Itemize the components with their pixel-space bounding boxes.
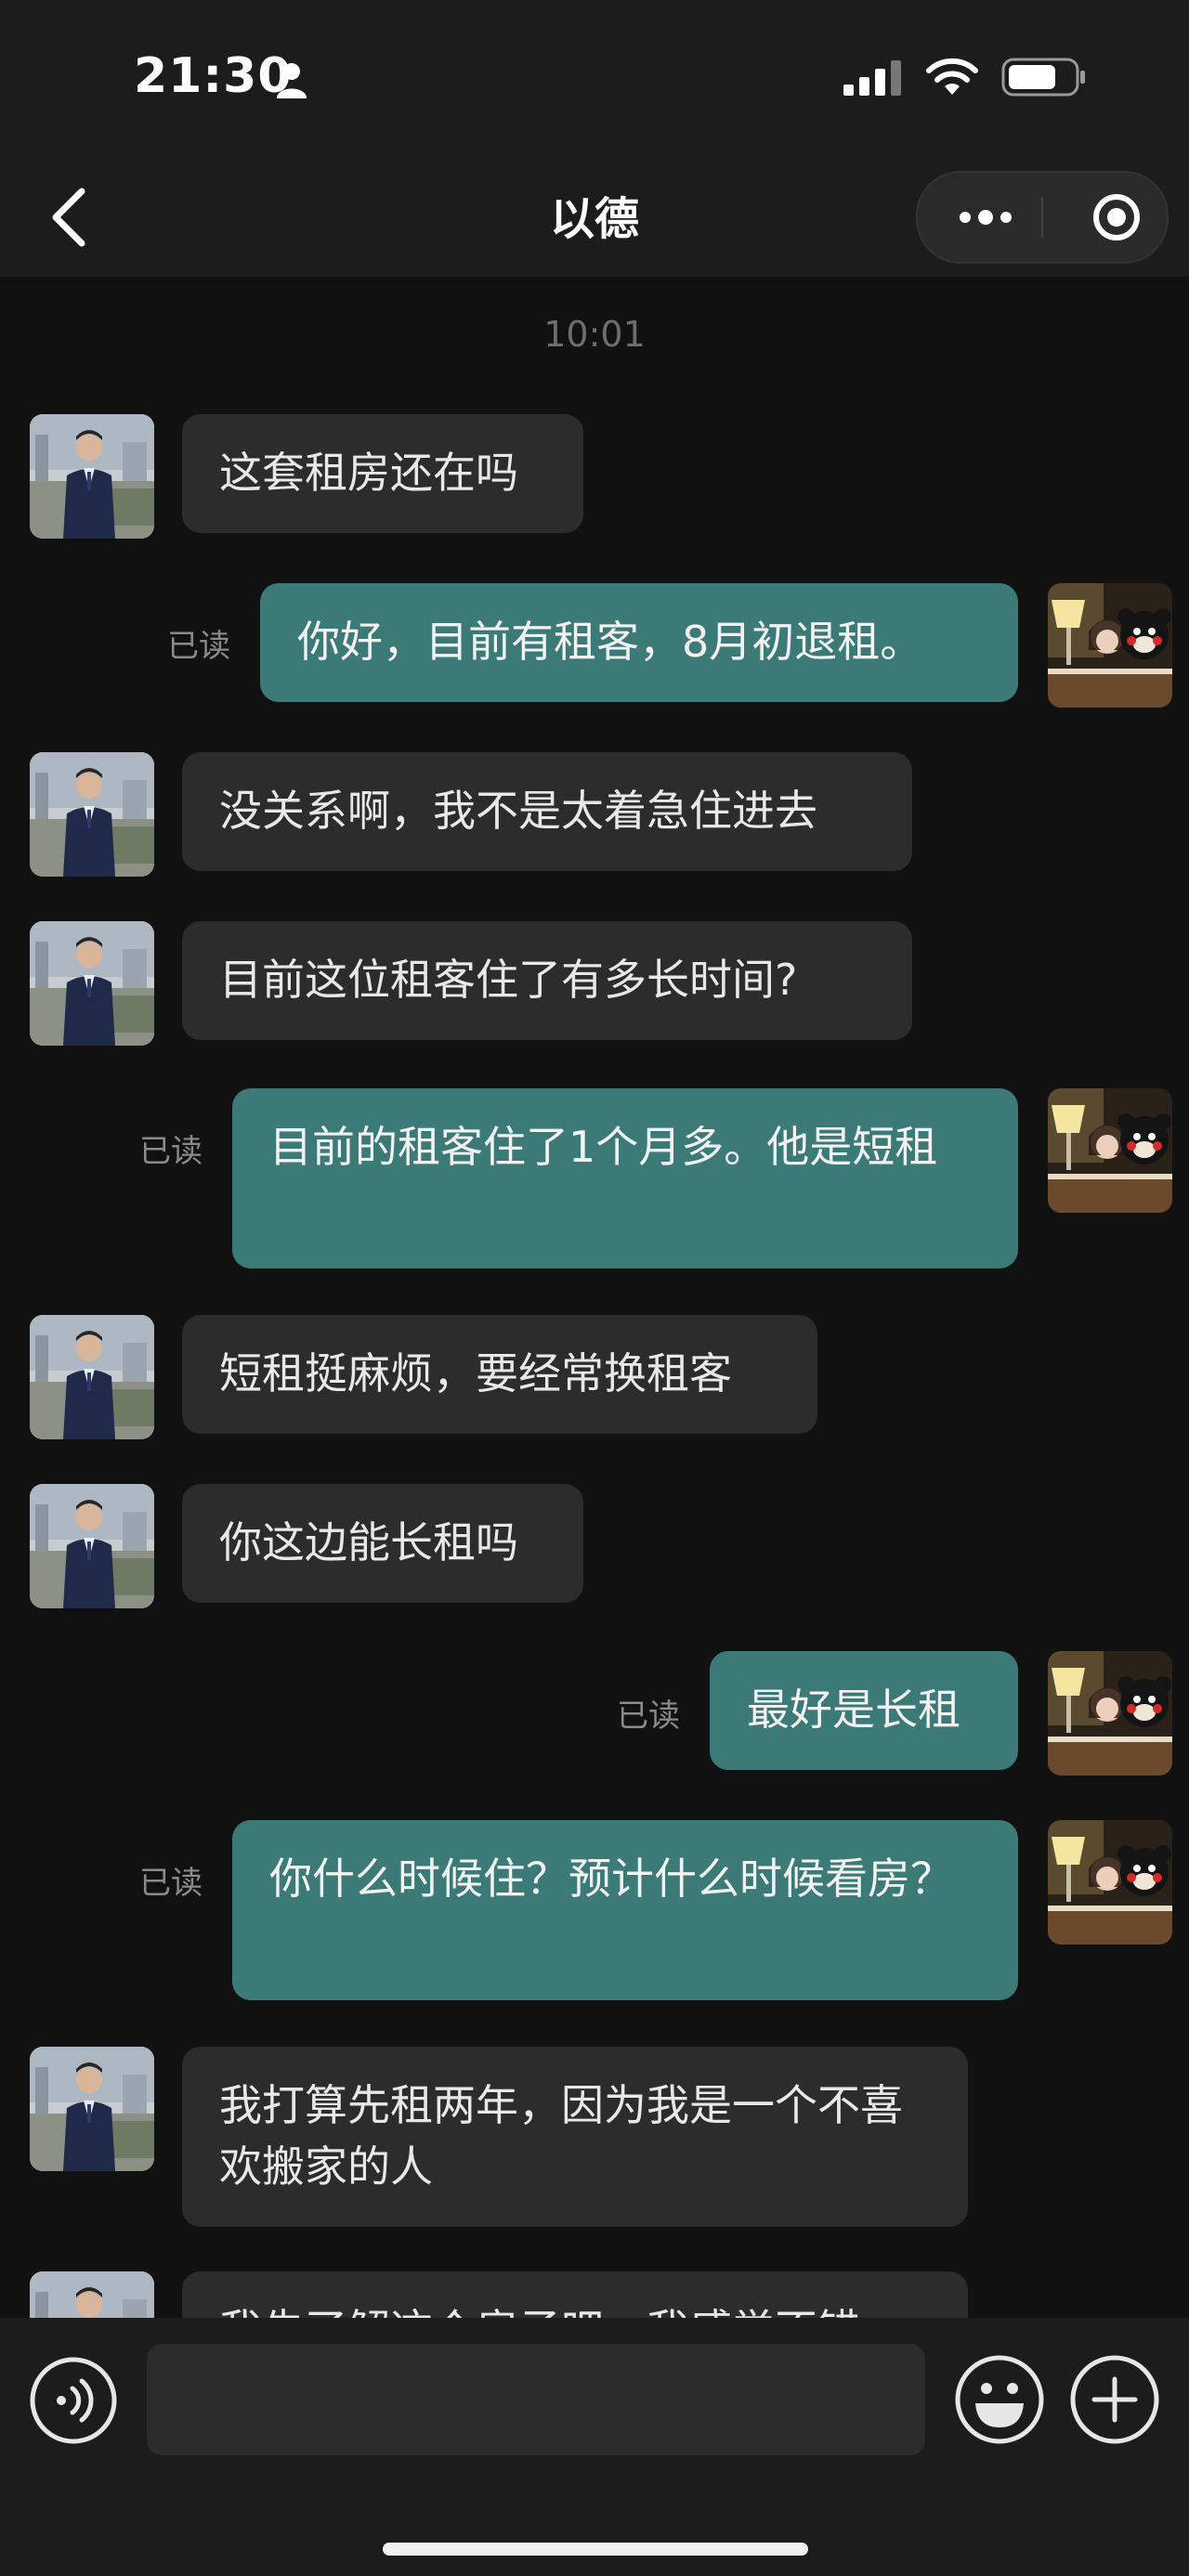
battery-icon xyxy=(1001,58,1085,97)
more-icon[interactable] xyxy=(946,189,1026,245)
status-bar: 21:30 xyxy=(0,0,1189,158)
contact-avatar[interactable] xyxy=(30,414,154,539)
contact-avatar[interactable] xyxy=(30,1484,154,1608)
status-icons xyxy=(843,58,1087,97)
incoming-message[interactable]: 我打算先租两年，因为我是一个不喜欢搬家的人 xyxy=(182,2047,968,2227)
incoming-message[interactable]: 你这边能长租吗 xyxy=(182,1484,583,1603)
outgoing-message[interactable]: 你好，目前有租客，8月初退租。 xyxy=(260,583,1018,702)
incoming-message[interactable]: 这套租房还在吗 xyxy=(182,414,583,533)
my-avatar[interactable] xyxy=(1048,583,1172,708)
my-avatar[interactable] xyxy=(1048,1088,1172,1213)
incoming-message[interactable]: 没关系啊，我不是太着急住进去 xyxy=(182,752,912,871)
nav-bar: 以德 xyxy=(0,158,1189,277)
message-timestamp: 10:01 xyxy=(543,314,646,355)
read-status: 已读 xyxy=(139,1133,203,1170)
read-status: 已读 xyxy=(617,1698,680,1735)
person-icon xyxy=(277,63,307,98)
voice-icon[interactable] xyxy=(28,2355,119,2446)
home-indicator xyxy=(383,2543,808,2556)
incoming-message[interactable]: 短租挺麻烦，要经常换租客 xyxy=(182,1315,817,1434)
outgoing-message[interactable]: 最好是长租 xyxy=(710,1651,1018,1770)
contact-avatar[interactable] xyxy=(30,2271,154,2318)
contact-avatar[interactable] xyxy=(30,2047,154,2171)
emoji-icon[interactable] xyxy=(953,2353,1046,2446)
target-icon[interactable] xyxy=(1087,188,1146,247)
capsule-divider xyxy=(1041,197,1043,238)
incoming-message[interactable]: 我先了解这个房子吧，我感觉不错 xyxy=(182,2271,968,2318)
outgoing-message[interactable]: 你什么时候住？预计什么时候看房？ xyxy=(232,1820,1018,2000)
chat-area[interactable]: 10:01 这套租房还在吗 已读 你好，目前有租客，8月初退租。 没关系啊，我不… xyxy=(0,277,1189,2318)
cellular-signal-icon xyxy=(843,60,901,96)
read-status: 已读 xyxy=(139,1865,203,1902)
contact-avatar[interactable] xyxy=(30,1315,154,1439)
read-status: 已读 xyxy=(167,628,230,665)
contact-avatar[interactable] xyxy=(30,752,154,877)
add-icon[interactable] xyxy=(1068,2353,1161,2446)
incoming-message[interactable]: 目前这位租客住了有多长时间? xyxy=(182,921,912,1040)
status-time: 21:30 xyxy=(134,48,293,104)
wifi-icon xyxy=(926,58,978,95)
outgoing-message[interactable]: 目前的租客住了1个月多。他是短租 xyxy=(232,1088,1018,1268)
message-input[interactable] xyxy=(147,2344,925,2455)
my-avatar[interactable] xyxy=(1048,1820,1172,1945)
mini-program-capsule xyxy=(916,171,1169,264)
input-bar xyxy=(0,2318,1189,2576)
contact-avatar[interactable] xyxy=(30,921,154,1046)
my-avatar[interactable] xyxy=(1048,1651,1172,1776)
